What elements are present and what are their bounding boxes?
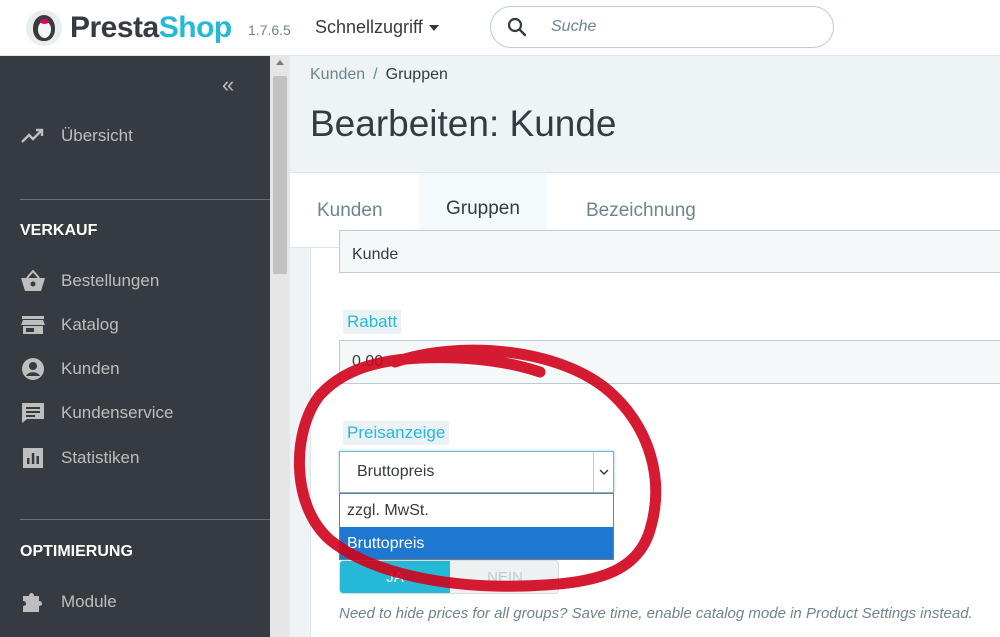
group-name-input[interactable]: Kunde <box>339 230 1000 273</box>
account-circle-icon <box>20 357 46 381</box>
show-prices-toggle[interactable]: JA NEIN <box>339 560 559 594</box>
basket-icon <box>20 269 46 293</box>
version-label: 1.7.6.5 <box>248 22 291 38</box>
search-input[interactable] <box>551 16 811 38</box>
sidebar-item-label: Module <box>61 592 117 611</box>
search-box[interactable] <box>490 6 834 48</box>
sidebar-divider <box>20 519 270 520</box>
breadcrumb: Kunden / Gruppen <box>310 66 448 84</box>
bar-chart-icon <box>20 446 46 470</box>
sidebar-scrollbar[interactable] <box>270 56 290 637</box>
quick-access-label: Schnellzugriff <box>315 17 423 37</box>
page-title: Bearbeiten: Kunde <box>310 103 617 144</box>
option-net-price[interactable]: zzgl. MwSt. <box>340 494 613 526</box>
sidebar-item-customer-service[interactable]: Kundenservice <box>20 398 260 428</box>
discount-label: Rabatt <box>343 310 402 334</box>
trending-up-icon <box>20 124 46 148</box>
sidebar-item-modules[interactable]: Module <box>20 587 260 617</box>
sidebar-item-label: Katalog <box>61 315 119 334</box>
option-gross-price[interactable]: Bruttopreis <box>340 527 613 559</box>
collapse-sidebar-icon[interactable]: « <box>222 72 234 98</box>
sidebar-item-statistics[interactable]: Statistiken <box>20 443 260 473</box>
toggle-no[interactable]: NEIN <box>450 561 558 593</box>
sidebar-item-label: Kundenservice <box>61 403 174 422</box>
chat-icon <box>20 401 46 425</box>
sidebar-item-label: Kunden <box>61 359 120 378</box>
brand-name-part2: Shop <box>158 11 233 44</box>
store-icon <box>20 313 46 337</box>
sidebar-item-orders[interactable]: Bestellungen <box>20 266 260 296</box>
price-display-label: Preisanzeige <box>343 421 450 445</box>
top-bar: PrestaShop 1.7.6.5 Schnellzugriff <box>0 0 1000 56</box>
section-heading-sales: VERKAUF <box>20 222 98 239</box>
breadcrumb-link-customers[interactable]: Kunden <box>310 66 365 83</box>
price-display-select[interactable]: Bruttopreis <box>339 451 614 493</box>
sidebar-item-label: Bestellungen <box>61 271 160 290</box>
caret-down-icon <box>428 25 439 32</box>
sidebar-item-label: Statistiken <box>61 448 140 467</box>
form-panel: Kunde Rabatt 0.00 Preisanzeige Bruttopre… <box>310 230 1000 637</box>
breadcrumb-separator: / <box>373 66 378 83</box>
sidebar-divider <box>20 199 270 200</box>
toggle-yes[interactable]: JA <box>340 561 450 593</box>
price-display-dropdown: zzgl. MwSt. Bruttopreis <box>339 493 614 560</box>
price-display-selected-value: Bruttopreis <box>357 463 435 480</box>
sidebar-item-overview[interactable]: Übersicht <box>20 121 260 151</box>
sidebar-item-customers[interactable]: Kunden <box>20 354 260 384</box>
brand-name[interactable]: PrestaShop <box>70 11 232 45</box>
section-heading-optimize: OPTIMIERUNG <box>20 543 133 560</box>
sidebar-item-catalog[interactable]: Katalog <box>20 310 260 340</box>
sidebar: « Übersicht VERKAUF Bestellungen Katalog… <box>0 56 290 637</box>
prestashop-logo-icon[interactable] <box>26 10 62 46</box>
puzzle-icon <box>20 590 46 614</box>
sidebar-item-label: Übersicht <box>61 126 133 145</box>
help-text: Need to hide prices for all groups? Save… <box>339 605 973 622</box>
brand-name-part1: Presta <box>70 11 159 44</box>
quick-access-dropdown[interactable]: Schnellzugriff <box>315 17 439 38</box>
chevron-down-icon[interactable] <box>593 452 613 492</box>
breadcrumb-current: Gruppen <box>385 66 448 83</box>
discount-input[interactable]: 0.00 <box>339 340 1000 384</box>
search-icon[interactable] <box>507 17 527 37</box>
